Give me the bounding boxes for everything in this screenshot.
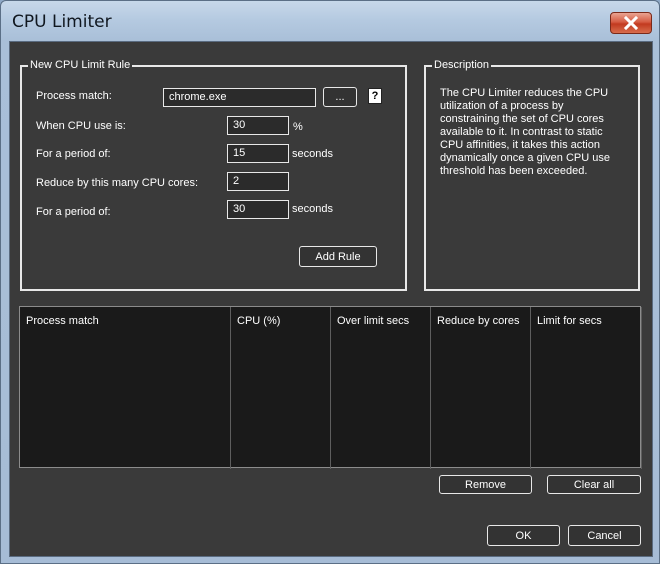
help-button[interactable]: ? — [368, 88, 382, 104]
ok-button[interactable]: OK — [487, 525, 560, 546]
browse-button[interactable]: ... — [323, 87, 357, 107]
clear-all-button[interactable]: Clear all — [547, 475, 641, 494]
close-button[interactable] — [610, 12, 652, 34]
reduce-cores-input[interactable]: 2 — [227, 172, 289, 191]
new-rule-groupbox: New CPU Limit Rule Process match: chrome… — [20, 59, 407, 291]
column-label: Process match — [26, 315, 99, 327]
description-groupbox: Description The CPU Limiter reduces the … — [424, 59, 640, 291]
cancel-button[interactable]: Cancel — [568, 525, 641, 546]
process-match-input[interactable]: chrome.exe — [163, 88, 316, 107]
description-legend: Description — [432, 59, 492, 71]
dialog-client-area: New CPU Limit Rule Process match: chrome… — [9, 41, 653, 557]
period1-input[interactable]: 15 — [227, 144, 289, 163]
period2-unit: seconds — [292, 203, 333, 215]
period1-unit: seconds — [292, 148, 333, 160]
cpu-limiter-window: CPU Limiter New CPU Limit Rule Process m… — [0, 0, 660, 564]
window-title: CPU Limiter — [12, 12, 112, 32]
column-header-process-match[interactable]: Process match — [20, 307, 231, 469]
remove-button[interactable]: Remove — [439, 475, 532, 494]
reduce-cores-label: Reduce by this many CPU cores: — [36, 177, 199, 189]
rules-table[interactable]: Process match CPU (%) Over limit secs Re… — [19, 306, 642, 469]
column-label: CPU (%) — [237, 315, 281, 327]
column-header-cpu[interactable]: CPU (%) — [231, 307, 331, 469]
period1-label: For a period of: — [36, 148, 111, 160]
column-label: Limit for secs — [537, 315, 602, 327]
cpu-use-label: When CPU use is: — [36, 120, 126, 132]
cpu-use-input[interactable]: 30 — [227, 116, 289, 135]
column-header-limit-for-secs[interactable]: Limit for secs — [531, 307, 642, 469]
column-header-over-limit-secs[interactable]: Over limit secs — [331, 307, 431, 469]
cpu-use-unit: % — [293, 121, 303, 133]
period2-input[interactable]: 30 — [227, 200, 289, 219]
close-icon — [623, 16, 639, 30]
column-label: Over limit secs — [337, 315, 410, 327]
process-match-label: Process match: — [36, 90, 112, 102]
add-rule-button[interactable]: Add Rule — [299, 246, 377, 267]
new-rule-legend: New CPU Limit Rule — [28, 59, 133, 71]
period2-label: For a period of: — [36, 206, 111, 218]
description-text: The CPU Limiter reduces the CPU utilizat… — [440, 87, 610, 177]
column-header-reduce-by-cores[interactable]: Reduce by cores — [431, 307, 531, 469]
column-label: Reduce by cores — [437, 315, 520, 327]
